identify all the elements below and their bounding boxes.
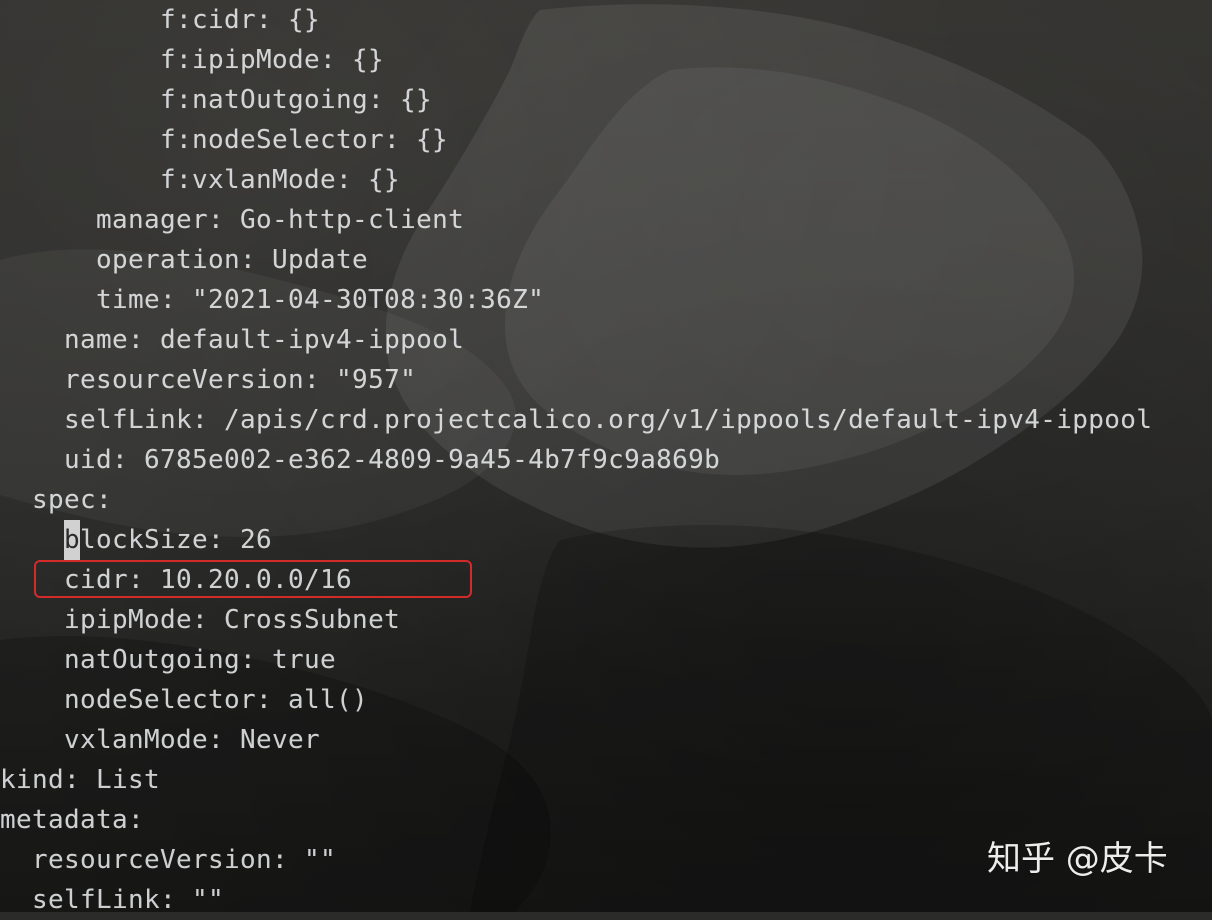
text-cursor[interactable]: b — [64, 520, 80, 560]
yaml-line: resourceVersion: "957" — [64, 365, 417, 395]
yaml-line: natOutgoing: true — [64, 645, 337, 675]
yaml-line: time: "2021-04-30T08:30:36Z" — [96, 285, 545, 315]
yaml-line: f:cidr: {} — [160, 5, 321, 35]
yaml-line-text: lockSize: 26 — [80, 525, 273, 555]
yaml-line: spec: — [32, 485, 113, 515]
yaml-line: operation: Update — [96, 245, 369, 275]
yaml-line: kind: List — [0, 765, 161, 795]
yaml-line: manager: Go-http-client — [96, 205, 465, 235]
yaml-line: selfLink: "" — [32, 885, 225, 915]
yaml-line: f:vxlanMode: {} — [160, 165, 401, 195]
yaml-line: f:nodeSelector: {} — [160, 125, 449, 155]
highlighted-yaml-line: cidr: 10.20.0.0/16 — [64, 565, 353, 595]
yaml-line: f:ipipMode: {} — [160, 45, 385, 75]
yaml-line: uid: 6785e002-e362-4809-9a45-4b7f9c9a869… — [64, 445, 721, 475]
yaml-line: name: default-ipv4-ippool — [64, 325, 465, 355]
yaml-line: selfLink: /apis/crd.projectcalico.org/v1… — [64, 405, 1153, 435]
yaml-line: metadata: — [0, 805, 145, 835]
yaml-line: nodeSelector: all() — [64, 685, 369, 715]
yaml-line-with-cursor: blockSize: 26 — [64, 520, 272, 560]
yaml-line: vxlanMode: Never — [64, 725, 321, 755]
yaml-line: f:natOutgoing: {} — [160, 85, 433, 115]
zhihu-watermark: 知乎 @皮卡 — [987, 839, 1168, 879]
yaml-line: resourceVersion: "" — [32, 845, 337, 875]
terminal-window[interactable]: f:cidr: {} f:ipipMode: {} f:natOutgoing:… — [0, 0, 1212, 915]
yaml-line: ipipMode: CrossSubnet — [64, 605, 401, 635]
